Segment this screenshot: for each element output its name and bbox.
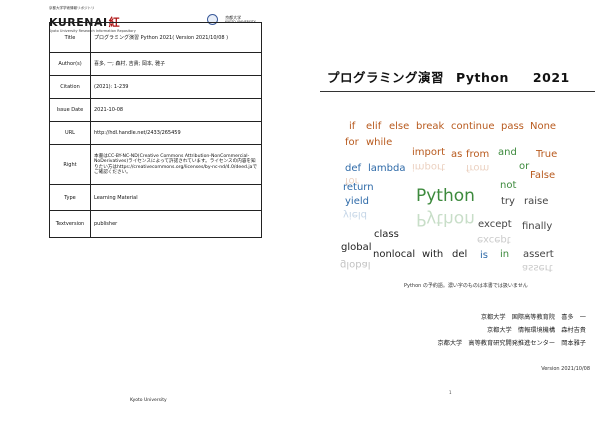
table-row: Author(s) 喜多, 一; 森村, 吉貴; 岡本, 雅子 (49, 52, 262, 76)
word-global: global (341, 242, 372, 253)
meta-value: publisher (90, 210, 262, 238)
affiliation-line: 京都大学 高等教育研究開発推進センター 岡本雅子 (437, 340, 587, 347)
word-except: except (478, 219, 512, 230)
word-import: import (412, 147, 446, 158)
meta-label: Textversion (49, 210, 91, 238)
meta-value: プログラミング演習 Python 2021( Version 2021/10/0… (90, 22, 262, 53)
word-cloud-caption: Python の予約語。濃い字のものは本書では扱いません (404, 283, 528, 289)
word-while: while (366, 137, 393, 148)
word-break: break (416, 121, 445, 132)
word-not: not (500, 180, 517, 191)
reflection-assert: assert (522, 262, 553, 273)
meta-value: (2021): 1-239 (90, 75, 262, 99)
meta-label: Type (49, 184, 91, 211)
word-in: in (500, 249, 510, 260)
table-row: Type Learning Material (49, 184, 262, 211)
table-row: URL http://hdl.handle.net/2433/265459 (49, 121, 262, 145)
word-python: Python (416, 186, 475, 206)
word-as: as (451, 149, 463, 160)
word-def: def (345, 163, 362, 174)
word-true: True (536, 149, 558, 160)
table-row: Title プログラミング演習 Python 2021( Version 202… (49, 22, 262, 53)
table-row: Citation (2021): 1-239 (49, 75, 262, 99)
word-yield: yield (345, 196, 369, 207)
word-pass: pass (501, 121, 524, 132)
meta-url[interactable]: http://hdl.handle.net/2433/265459 (90, 121, 262, 145)
word-finally: finally (522, 221, 553, 232)
affiliation-line: 京都大学 国際高等教育院 喜多 一 (480, 314, 586, 321)
word-with: with (422, 249, 444, 260)
reflection-import: import (412, 161, 446, 172)
word-or: or (519, 161, 530, 172)
reflection-from: from (466, 162, 490, 173)
table-row: Right 本書はCC-BY-NC-ND(Creative Commons At… (49, 144, 262, 185)
affiliation-line: 京都大学 情報環境機構 森村吉貴 (487, 327, 586, 334)
cover-title: プログラミング演習 Python 2021 (327, 67, 570, 86)
word-from: from (466, 149, 490, 160)
word-lambda: lambda (368, 163, 406, 174)
footer-institution: Kyoto University (130, 398, 167, 403)
meta-value: Learning Material (90, 184, 262, 211)
page-number: 1 (449, 390, 452, 395)
word-nonlocal: nonlocal (373, 249, 416, 260)
table-row: Issue Date 2021-10-08 (49, 98, 262, 122)
meta-label: Author(s) (49, 52, 91, 76)
meta-label: Right (49, 144, 91, 185)
metadata-table: Title プログラミング演習 Python 2021( Version 202… (49, 22, 262, 238)
meta-label: Citation (49, 75, 91, 99)
word-false: False (530, 170, 556, 181)
meta-label: Issue Date (49, 98, 91, 122)
word-assert: assert (523, 249, 554, 260)
word-and: and (498, 147, 517, 158)
meta-value: 2021-10-08 (90, 98, 262, 122)
word-for: for (345, 137, 359, 148)
word-else: else (389, 121, 410, 132)
cover-title-python: Python (456, 70, 509, 85)
reflection-except: except (477, 234, 511, 245)
word-del: del (452, 249, 468, 260)
word-if: if (349, 121, 356, 132)
cover-title-year: 2021 (532, 70, 570, 85)
word-raise: raise (524, 196, 549, 207)
reflection-for: for (345, 175, 359, 186)
title-divider (320, 91, 595, 92)
version-label: Version 2021/10/08 (541, 366, 590, 372)
meta-label: URL (49, 121, 91, 145)
word-try: try (501, 196, 515, 207)
repo-name: 京都大学学術情報リポジトリ (49, 6, 95, 10)
word-none: None (530, 121, 557, 132)
meta-label: Title (49, 22, 91, 53)
reflection-python: Python (416, 209, 475, 229)
table-row: Textversion publisher (49, 210, 262, 238)
meta-value: 喜多, 一; 森村, 吉貴; 岡本, 雅子 (90, 52, 262, 76)
word-continue: continue (451, 121, 495, 132)
reflection-global: global (340, 259, 371, 270)
reflection-yield: yield (343, 209, 367, 220)
meta-value: 本書はCC-BY-NC-ND(Creative Commons Attribut… (90, 144, 262, 185)
cover-title-ja: プログラミング演習 (327, 70, 445, 85)
word-class: class (374, 229, 399, 240)
word-is: is (480, 250, 488, 261)
word-elif: elif (366, 121, 382, 132)
